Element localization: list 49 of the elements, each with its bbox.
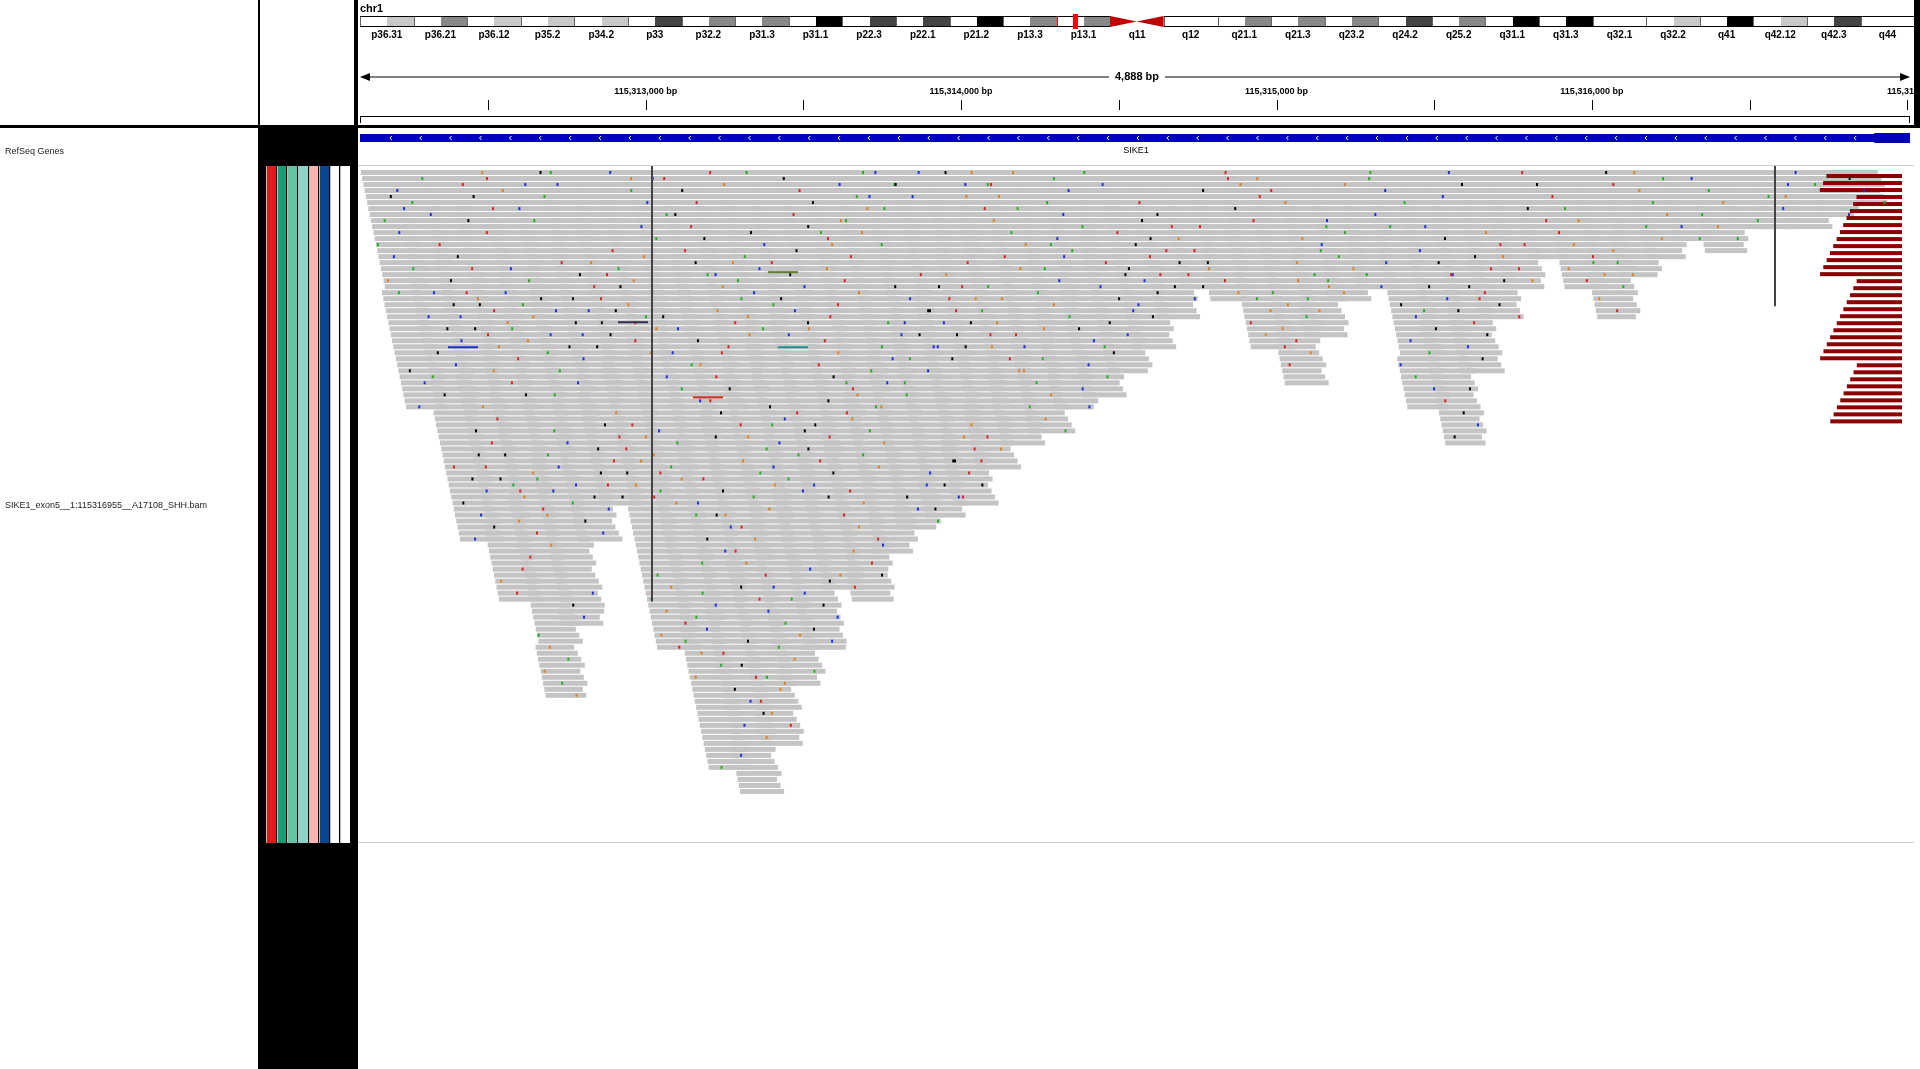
band-label: p22.1 — [909, 29, 936, 40]
band-label: p31.3 — [749, 29, 775, 40]
band-label: p36.12 — [478, 29, 510, 40]
tick-mark — [803, 100, 805, 110]
band-label: p13.3 — [1017, 29, 1043, 40]
band-label: p21.2 — [963, 29, 990, 40]
band-label: p36.31 — [371, 29, 403, 40]
tick-mark — [488, 100, 489, 110]
band-label: q31.3 — [1553, 29, 1579, 40]
band-label: p34.2 — [588, 29, 614, 40]
tick-mark — [1749, 100, 1751, 110]
band-label: p31.1 — [802, 29, 829, 40]
band-label: p13.1 — [1070, 29, 1097, 40]
band-label: q41 — [1718, 29, 1736, 40]
band-label: q11 — [1128, 29, 1146, 40]
band-label: p36.21 — [424, 29, 456, 40]
gene-label: SIKE1 — [1123, 145, 1149, 155]
band-label: q32.2 — [1660, 29, 1686, 40]
band-label: p33 — [646, 29, 664, 40]
track-name: SIKE1_exon5__1:115316955__A17108_SHH.bam — [4, 499, 207, 510]
tick-label: 115,314,000 bp — [929, 86, 993, 96]
tick-mark — [961, 100, 963, 110]
band-label: p35.2 — [534, 29, 561, 40]
band-label: q21.3 — [1285, 29, 1311, 40]
band-label: q23.2 — [1338, 29, 1365, 40]
tick-mark — [645, 100, 647, 110]
band-label: q24.2 — [1392, 29, 1418, 40]
span-label: 4,888 bp — [1109, 70, 1165, 82]
tick-mark — [1434, 100, 1436, 110]
band-label: q21.1 — [1231, 29, 1258, 40]
tick-label: 115,313,000 bp — [614, 86, 678, 96]
band-label: q31.1 — [1499, 29, 1526, 40]
track-name: RefSeq Genes — [4, 146, 65, 156]
tick-label: 115,316,000 bp — [1560, 86, 1624, 96]
tick-mark — [1118, 100, 1120, 110]
tick-label: 115,31 — [1886, 86, 1914, 96]
tick-mark — [1276, 100, 1278, 110]
band-label: p32.2 — [695, 29, 722, 40]
band-label: q32.1 — [1606, 29, 1633, 40]
band-label: p22.3 — [856, 29, 882, 40]
band-label: q25.2 — [1445, 29, 1472, 40]
tick-label: 115,315,000 bp — [1244, 86, 1309, 96]
tick-mark — [1591, 100, 1593, 110]
band-label: q42.3 — [1821, 29, 1847, 40]
band-label: q42.12 — [1764, 29, 1796, 40]
chromosome-name: chr1 — [360, 2, 385, 16]
band-label: q12 — [1182, 29, 1200, 40]
tick-mark — [1907, 100, 1909, 110]
band-label: q44 — [1878, 29, 1897, 40]
